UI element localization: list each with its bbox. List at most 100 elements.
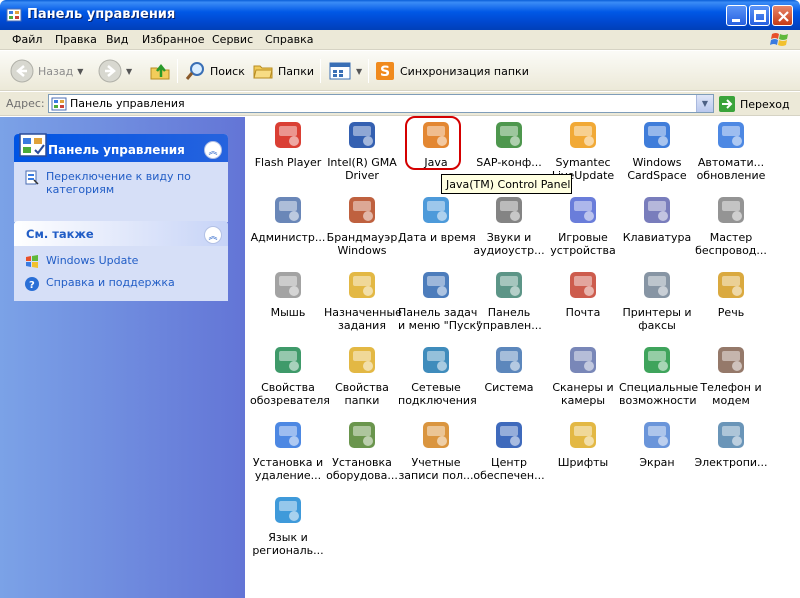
back-button[interactable]: Назад ▼: [10, 57, 83, 85]
control-panel-item[interactable]: Администр...: [250, 193, 326, 244]
views-dropdown-icon[interactable]: ▼: [356, 67, 362, 76]
back-arrow-icon: [10, 59, 34, 83]
control-panel-item-label: Symantec: [555, 156, 611, 169]
control-panel-item[interactable]: SAP-конф...: [471, 118, 547, 169]
control-panel-item[interactable]: Брандмауэр Windows: [324, 193, 400, 257]
sync-folder-button[interactable]: S Синхронизация папки: [374, 57, 529, 85]
control-panel-item[interactable]: Мастер беспровод...: [693, 193, 769, 257]
maximize-button[interactable]: [749, 5, 770, 26]
forward-button[interactable]: ▼: [98, 57, 132, 85]
control-panel-item[interactable]: Центр обеспечен...: [471, 418, 547, 482]
svg-text:S: S: [380, 64, 390, 80]
control-panel-item[interactable]: Windows CardSpace: [619, 118, 695, 182]
svg-text:?: ?: [29, 280, 35, 291]
control-panel-item[interactable]: Панель управлен...: [471, 268, 547, 332]
control-panel-item[interactable]: Установка оборудова...: [324, 418, 400, 482]
control-panel-item-label: записи пол...: [398, 469, 474, 482]
see-also-header[interactable]: См. также ︽: [14, 221, 228, 246]
back-dropdown-icon[interactable]: ▼: [77, 67, 83, 76]
control-panel-item-label: папки: [344, 394, 380, 407]
control-panel-item[interactable]: Телефон и модем: [693, 343, 769, 407]
control-panel-item[interactable]: Автомати... обновление: [693, 118, 769, 182]
control-panel-item[interactable]: Flash Player: [250, 118, 326, 169]
control-panel-item[interactable]: Панель задач и меню "Пуск": [398, 268, 481, 332]
control-panel-item[interactable]: Свойства обозревателя: [250, 343, 330, 407]
control-panel-item[interactable]: Java: [398, 118, 474, 169]
mail-icon: [570, 272, 596, 298]
search-button[interactable]: Поиск: [184, 57, 245, 85]
control-panel-item[interactable]: Экран: [619, 418, 695, 469]
views-button[interactable]: ▼: [328, 57, 362, 85]
collapse-chevron-icon[interactable]: ︽: [204, 141, 222, 159]
folders-label: Папки: [278, 64, 314, 78]
control-panel-item[interactable]: Шрифты: [545, 418, 621, 469]
keyboard-icon: [644, 197, 670, 223]
control-panel-item-label: Почта: [565, 306, 601, 319]
menu-file[interactable]: Файл: [12, 33, 42, 46]
control-panel-item-label: Администр...: [250, 231, 326, 244]
views-icon: [329, 62, 351, 80]
control-panel-item-label: Flash Player: [254, 156, 322, 169]
control-panel-item-label: Назначенные: [324, 306, 402, 319]
control-panel-item[interactable]: Электропи...: [693, 418, 769, 469]
java-icon: [423, 122, 449, 148]
menu-tools[interactable]: Сервис: [212, 33, 253, 46]
control-panel-item-label: аудиоустр...: [473, 244, 545, 257]
address-dropdown-icon[interactable]: ▼: [696, 95, 713, 112]
go-button[interactable]: Переход: [718, 95, 790, 113]
control-panel-item[interactable]: Установка и удаление...: [250, 418, 326, 482]
close-button[interactable]: [772, 5, 793, 26]
switch-category-view-link[interactable]: Переключение к виду по категориям: [24, 170, 218, 196]
control-panel-item[interactable]: Речь: [693, 268, 769, 319]
automatic-updates-icon: [718, 122, 744, 148]
control-panel-item[interactable]: Учетные записи пол...: [398, 418, 474, 482]
category-view-icon: [25, 170, 39, 185]
control-panel-item[interactable]: Клавиатура: [619, 193, 695, 244]
help-support-link[interactable]: ? Справка и поддержка: [24, 276, 218, 292]
control-panel-item-label: Свойства: [261, 381, 315, 394]
control-panel-item-label: Java: [424, 156, 448, 169]
control-panel-item[interactable]: Дата и время: [398, 193, 476, 244]
control-panel-item[interactable]: Звуки и аудиоустр...: [471, 193, 547, 257]
control-panel-item-label: Клавиатура: [622, 231, 692, 244]
control-panel-item-label: факсы: [638, 319, 676, 332]
menu-help[interactable]: Справка: [265, 33, 313, 46]
control-panel-item-label: обозревателя: [250, 394, 330, 407]
forward-dropdown-icon[interactable]: ▼: [126, 67, 132, 76]
window-title: Панель управления: [27, 7, 176, 22]
control-panel-item-label: Мышь: [270, 306, 306, 319]
control-panel-item[interactable]: Свойства папки: [324, 343, 400, 407]
control-panel-icon: [6, 8, 22, 22]
control-panel-item[interactable]: Язык и региональ...: [250, 493, 326, 557]
control-panel-item[interactable]: Мышь: [250, 268, 326, 319]
menu-favorites[interactable]: Избранное: [142, 33, 204, 46]
menu-bar: Файл Правка Вид Избранное Сервис Справка: [0, 30, 800, 50]
minimize-button[interactable]: [726, 5, 747, 26]
control-panel-item[interactable]: Принтеры и факсы: [619, 268, 695, 332]
control-panel-item-label: SAP-конф...: [476, 156, 542, 169]
control-panel-icon: [51, 97, 67, 111]
title-bar[interactable]: Панель управления: [0, 0, 800, 30]
control-panel-box-header[interactable]: Панель управления ︽: [14, 133, 228, 162]
address-field[interactable]: Панель управления ▼: [48, 94, 714, 113]
control-panel-item[interactable]: Система: [471, 343, 547, 394]
control-panel-item[interactable]: Почта: [545, 268, 621, 319]
control-panel-item[interactable]: Специальные возможности: [619, 343, 698, 407]
control-panel-item[interactable]: Intel(R) GMA Driver: [324, 118, 400, 182]
control-panel-item[interactable]: Назначенные задания: [324, 268, 402, 332]
control-panel-item[interactable]: Сетевые подключения: [398, 343, 477, 407]
control-panel-item[interactable]: Игровые устройства: [545, 193, 621, 257]
user-accounts-icon: [423, 422, 449, 448]
windows-update-link[interactable]: Windows Update: [24, 254, 218, 270]
up-button[interactable]: [148, 57, 172, 85]
control-panel-item[interactable]: Symantec LiveUpdate: [545, 118, 621, 182]
collapse-chevron-icon[interactable]: ︽: [204, 226, 222, 244]
address-label: Адрес:: [6, 97, 45, 110]
control-panel-box: Панель управления ︽ Переключение к виду …: [14, 133, 228, 222]
menu-view[interactable]: Вид: [106, 33, 128, 46]
control-panel-item-label: Windows: [337, 244, 387, 257]
menu-edit[interactable]: Правка: [55, 33, 97, 46]
cardspace-icon: [644, 122, 670, 148]
folders-button[interactable]: Папки: [252, 57, 314, 85]
control-panel-item[interactable]: Сканеры и камеры: [545, 343, 621, 407]
